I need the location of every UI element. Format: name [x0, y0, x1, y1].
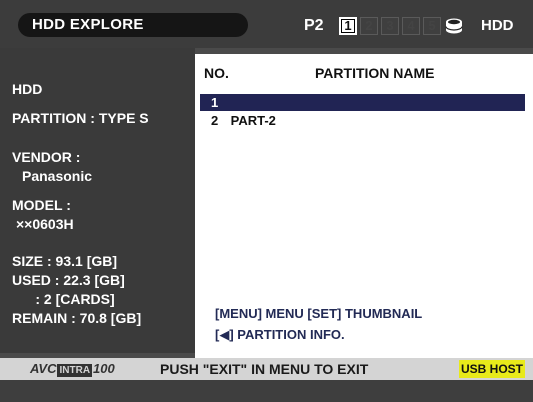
avc-intra-logo: AVC INTRA 100	[30, 361, 115, 377]
hdd-icon	[445, 18, 463, 34]
top-bar: HDD EXPLORE P2 1 2 3 4 5 HDD	[0, 0, 533, 48]
partition-name: PART-2	[230, 113, 276, 128]
used-value: USED : 22.3 [GB]	[12, 272, 125, 288]
card-slot-2: 2	[360, 17, 378, 35]
p2-card-label: P2	[304, 17, 324, 34]
device-type: HDD	[12, 81, 43, 97]
vendor-label: VENDOR :	[12, 149, 81, 165]
usb-host-badge: USB HOST	[459, 360, 525, 378]
card-slot-4: 4	[402, 17, 420, 35]
card-slot-1: 1	[339, 17, 357, 35]
partition-row-2[interactable]: 2 PART-2	[200, 112, 525, 129]
card-slot-indicators: 1 2 3 4 5	[339, 15, 467, 37]
status-bar: AVC INTRA 100 PUSH "EXIT" IN MENU TO EXIT …	[0, 358, 533, 380]
partition-type: PARTITION : TYPE S	[12, 110, 149, 126]
bottom-border	[0, 380, 533, 402]
vendor-value: Panasonic	[22, 168, 93, 184]
card-slot-3: 3	[381, 17, 399, 35]
size-value: SIZE : 93.1 [GB]	[12, 253, 118, 269]
column-header-partition-name: PARTITION NAME	[315, 65, 435, 81]
card-slot-5: 5	[423, 17, 441, 35]
partition-number: 2	[211, 113, 219, 128]
remain-value: REMAIN : 70.8 [GB]	[12, 310, 142, 326]
partition-number: 1	[211, 95, 219, 110]
hdd-label: HDD	[481, 17, 514, 34]
drive-info-panel: HDD PARTITION : TYPE S VENDOR : Panasoni…	[0, 48, 195, 353]
partition-list-panel: NO. PARTITION NAME 1 2 PART-2 [MENU] MEN…	[195, 54, 533, 358]
menu-set-hint: [MENU] MENU [SET] THUMBNAIL	[215, 306, 423, 321]
column-header-no: NO.	[204, 65, 229, 81]
model-value: ××0603H	[16, 216, 74, 232]
partition-row-1[interactable]: 1	[200, 94, 525, 111]
model-label: MODEL :	[12, 197, 71, 213]
cards-value: : 2 [CARDS]	[12, 291, 115, 307]
exit-instruction: PUSH "EXIT" IN MENU TO EXIT	[160, 361, 369, 377]
screen-title: HDD EXPLORE	[18, 13, 248, 37]
partition-info-hint: [◀] PARTITION INFO.	[215, 327, 345, 342]
